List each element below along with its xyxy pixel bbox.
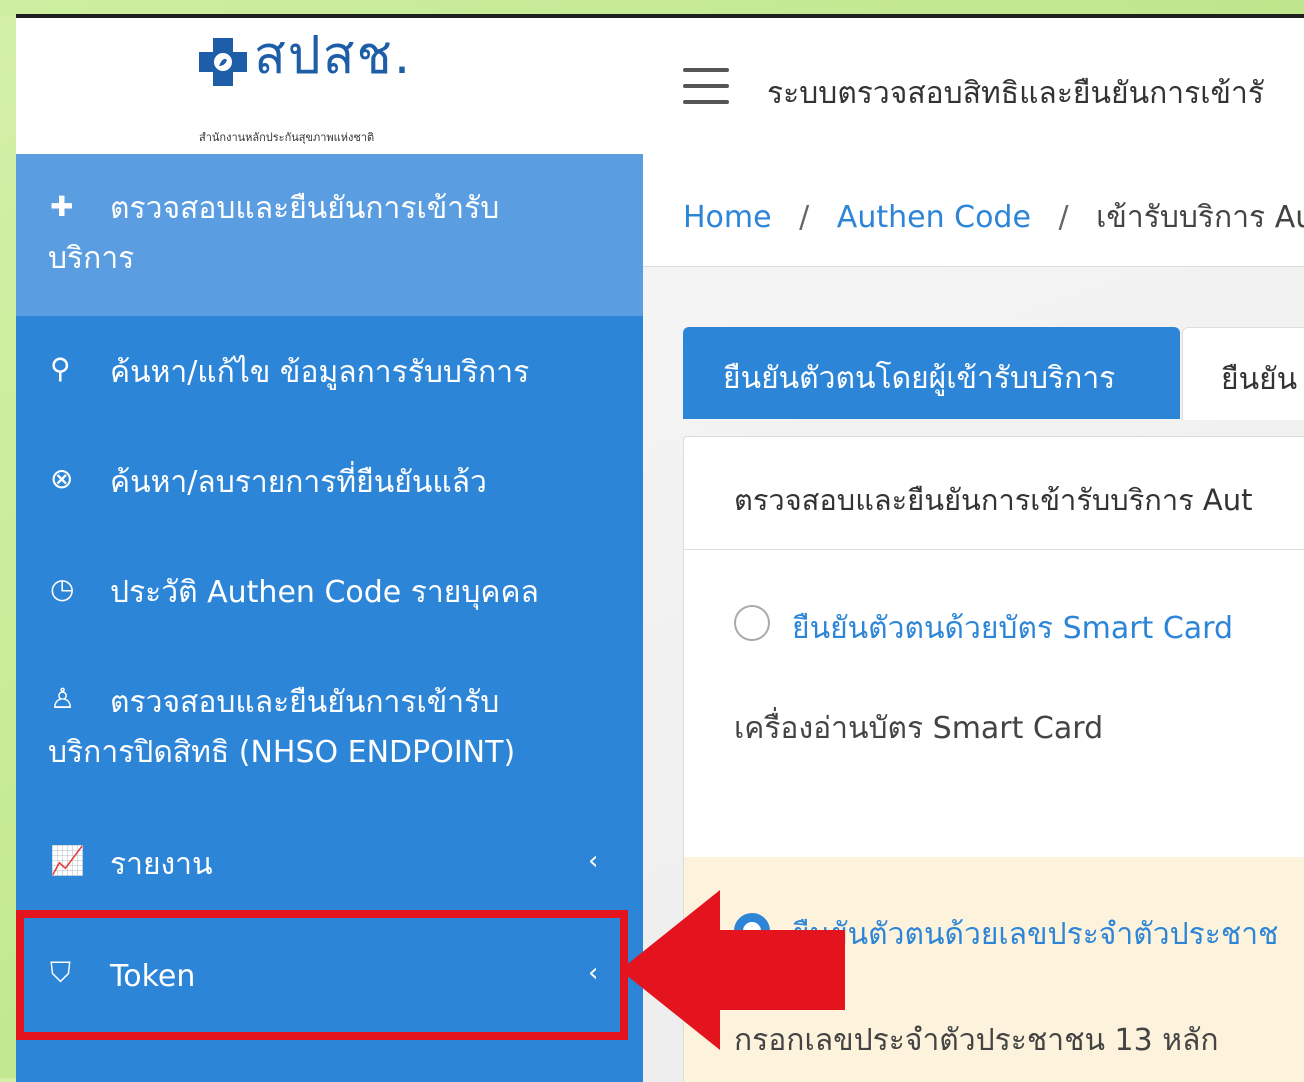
- logo-text: สปสช.: [254, 26, 413, 86]
- sidebar-item-history[interactable]: ◷ ประวัติ Authen Code รายบุคคล: [16, 564, 643, 648]
- citizen-id-option-label[interactable]: ยืนยันตัวตนด้วยเลขประจำตัวประชาช: [792, 911, 1278, 958]
- sidebar-item-label: บริการปิดสิทธิ (NHSO ENDPOINT): [48, 735, 516, 770]
- sidebar-item-search-edit[interactable]: ⚲ ค้นหา/แก้ไข ข้อมูลการรับบริการ: [16, 344, 643, 428]
- sidebar-item-label: ตรวจสอบและยืนยันการเข้ารับ: [110, 191, 500, 226]
- sidebar-item-label: รายงาน: [110, 847, 213, 882]
- history-icon: ◷: [50, 572, 75, 605]
- chevron-left-icon: ‹: [588, 846, 599, 876]
- chart-icon: 📈: [50, 844, 85, 877]
- hamburger-line: [683, 84, 729, 88]
- highlight-box: [16, 910, 628, 1040]
- breadcrumb: Home / Authen Code / เข้ารับบริการ Aut: [643, 154, 1304, 267]
- search-icon: ⚲: [50, 352, 71, 385]
- tab-second[interactable]: ยืนยัน: [1182, 327, 1304, 420]
- smart-card-option-label[interactable]: ยืนยันตัวตนด้วยบัตร Smart Card: [792, 605, 1233, 652]
- card-header: ตรวจสอบและยืนยันการเข้ารับบริการ Aut: [684, 437, 1304, 550]
- sidebar-item-label: บริการ: [48, 241, 135, 276]
- sidebar-item-label: ประวัติ Authen Code รายบุคคล: [110, 575, 539, 610]
- breadcrumb-current: เข้ารับบริการ Aut: [1096, 200, 1304, 235]
- breadcrumb-authen-link[interactable]: Authen Code: [837, 200, 1031, 235]
- breadcrumb-separator: /: [1058, 200, 1069, 235]
- tab-label: ยืนยันตัวตนโดยผู้เข้ารับบริการ: [723, 361, 1116, 396]
- plus-outline-icon: ✚: [50, 190, 74, 223]
- sidebar-item-search-delete[interactable]: ⊗ ค้นหา/ลบรายการที่ยืนยันแล้ว: [16, 454, 643, 538]
- tab-label: ยืนยัน: [1221, 362, 1298, 397]
- sidebar-item-reports[interactable]: 📈 รายงาน ‹: [16, 836, 643, 920]
- sidebar-item-label: ตรวจสอบและยืนยันการเข้ารับ: [110, 685, 500, 720]
- logo-area[interactable]: สปสช. สำนักงานหลักประกันสุขภาพแห่งชาติ: [16, 18, 643, 154]
- logo-subtext: สำนักงานหลักประกันสุขภาพแห่งชาติ: [199, 131, 375, 144]
- breadcrumb-home-link[interactable]: Home: [683, 200, 772, 235]
- top-bar: ระบบตรวจสอบสิทธิและยืนยันการเข้ารั: [643, 18, 1304, 155]
- tab-self-verify[interactable]: ยืนยันตัวตนโดยผู้เข้ารับบริการ: [683, 327, 1180, 419]
- hamburger-line: [683, 100, 729, 104]
- breadcrumb-separator: /: [799, 200, 810, 235]
- user-x-icon: ♙: [50, 682, 76, 715]
- sidebar-item-label: ค้นหา/แก้ไข ข้อมูลการรับบริการ: [110, 355, 530, 390]
- annotation-arrow-icon: [620, 890, 845, 1050]
- close-circle-icon: ⊗: [50, 462, 74, 495]
- system-title: ระบบตรวจสอบสิทธิและยืนยันการเข้ารั: [767, 76, 1264, 111]
- card-reader-label: เครื่องอ่านบัตร Smart Card: [734, 711, 1104, 746]
- nhso-logo-icon: [199, 38, 247, 86]
- hamburger-line: [683, 68, 729, 72]
- sidebar-item-endpoint[interactable]: ♙ ตรวจสอบและยืนยันการเข้ารับ บริการปิดสิ…: [16, 674, 643, 794]
- card-title: ตรวจสอบและยืนยันการเข้ารับบริการ Aut: [734, 483, 1253, 517]
- smart-card-radio[interactable]: [734, 605, 770, 641]
- sidebar-item-verify-service[interactable]: ✚ ตรวจสอบและยืนยันการเข้ารับ บริการ: [16, 154, 643, 316]
- sidebar-item-label: ค้นหา/ลบรายการที่ยืนยันแล้ว: [110, 465, 487, 500]
- menu-toggle-button[interactable]: [683, 68, 729, 104]
